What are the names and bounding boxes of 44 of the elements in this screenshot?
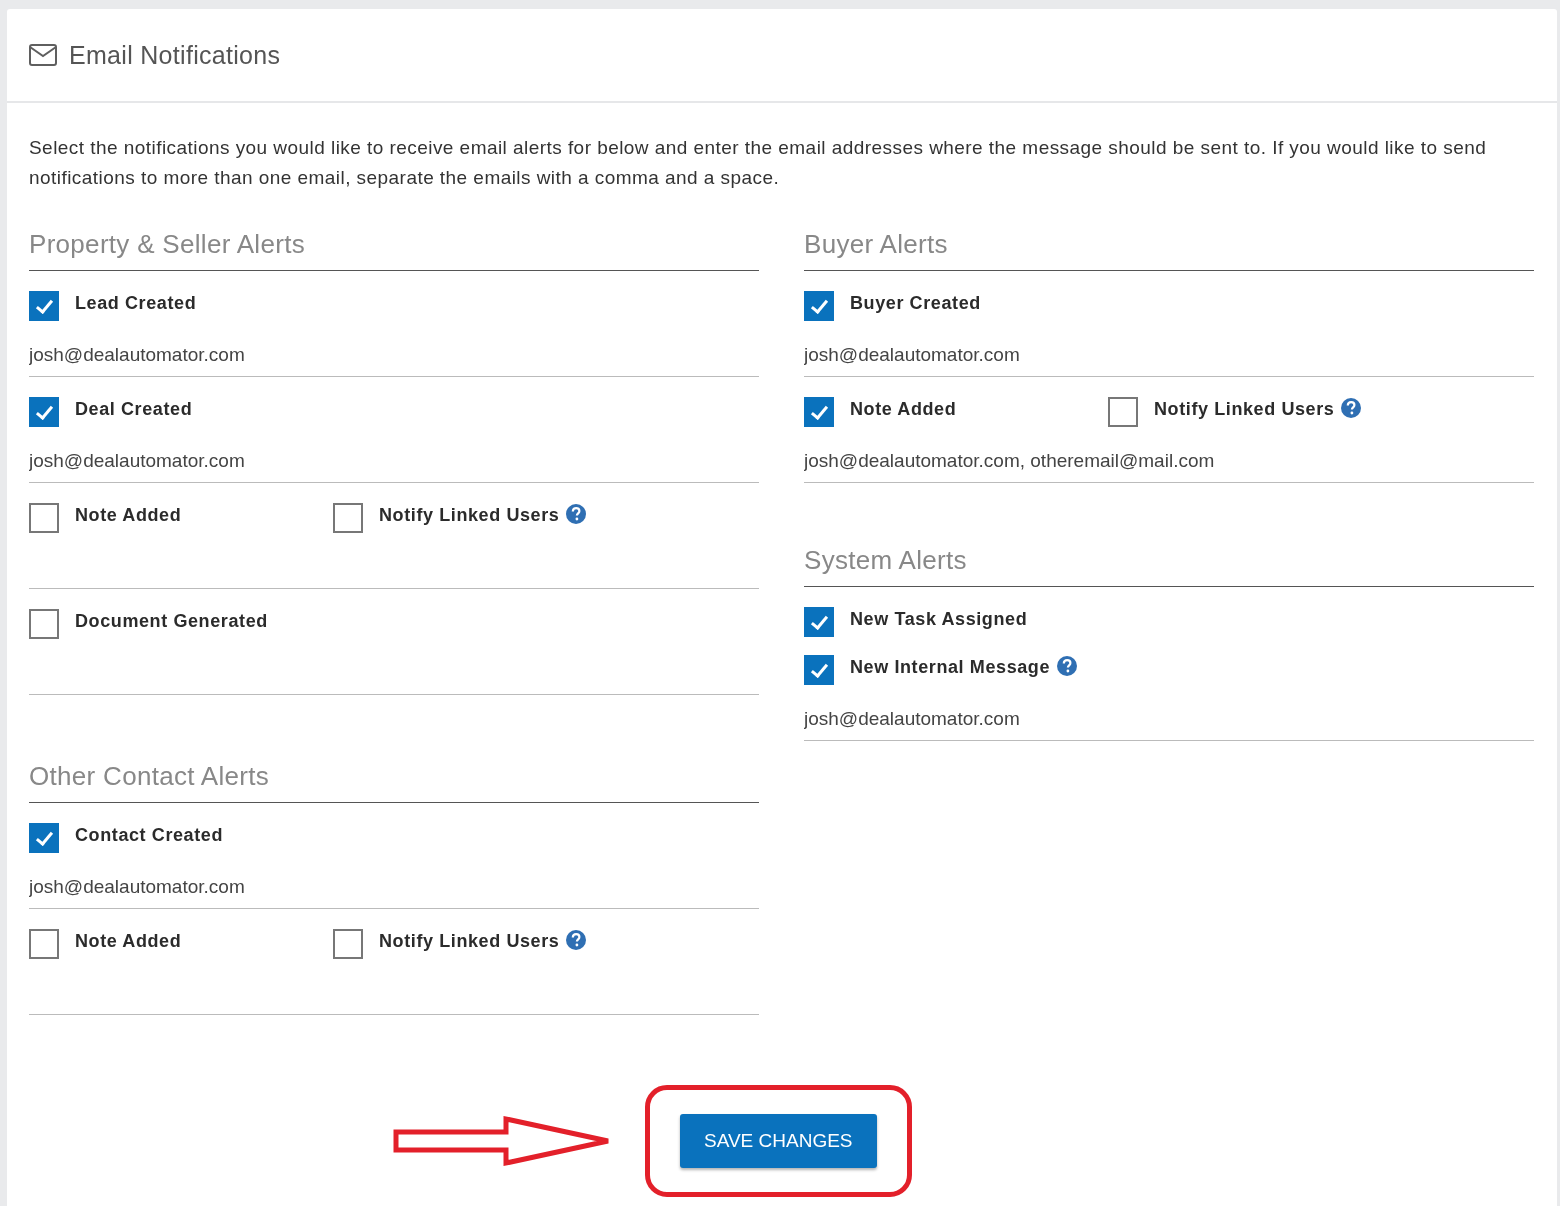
checkbox[interactable] (1108, 397, 1138, 427)
checkbox[interactable] (29, 503, 59, 533)
checkbox[interactable] (804, 291, 834, 321)
checkbox[interactable] (29, 291, 59, 321)
checkbox-label[interactable]: Buyer Created (850, 292, 981, 314)
section-heading: Other Contact Alerts (29, 761, 759, 803)
checkbox-label[interactable]: Notify Linked Users (379, 504, 560, 526)
checkbox[interactable] (804, 397, 834, 427)
checkbox-label[interactable]: Contact Created (75, 824, 224, 846)
help-icon[interactable] (1057, 656, 1078, 676)
checkbox-label[interactable]: Note Added (75, 504, 182, 526)
email-field[interactable]: josh@dealautomator.com (804, 333, 1534, 377)
checkbox[interactable] (804, 655, 834, 685)
email-field[interactable]: josh@dealautomator.com (29, 333, 759, 377)
description-text: Select the notifications you would like to receive email alerts for below and enter the email addresses where the message should be sent to. If you would like to send notifications to more than one email, separate the emails with a comma and a space. (29, 136, 1488, 190)
checkbox-label[interactable]: Note Added (850, 398, 957, 420)
checkbox-label[interactable]: Lead Created (75, 292, 197, 314)
checkbox-label[interactable]: Document Generated (75, 610, 268, 632)
section-heading: System Alerts (804, 545, 1534, 587)
section-heading: Buyer Alerts (804, 229, 1534, 271)
checkbox-label[interactable]: Notify Linked Users (1154, 398, 1335, 420)
section-heading: Property & Seller Alerts (29, 229, 759, 271)
envelope-icon (29, 44, 57, 66)
checkbox[interactable] (29, 609, 59, 639)
checkbox[interactable] (29, 823, 59, 853)
help-icon[interactable] (566, 930, 587, 950)
checkbox[interactable] (333, 929, 363, 959)
panel-title: Email Notifications (69, 40, 281, 70)
email-field[interactable]: josh@dealautomator.com (29, 439, 759, 483)
checkbox-label[interactable]: Deal Created (75, 398, 193, 420)
save-button[interactable]: SAVE CHANGES (680, 1114, 877, 1168)
checkbox-label[interactable]: Notify Linked Users (379, 930, 560, 952)
checkbox-label[interactable]: New Internal Message (850, 656, 1051, 678)
checkbox[interactable] (29, 397, 59, 427)
checkbox-label[interactable]: Note Added (75, 930, 182, 952)
email-field[interactable]: josh@dealautomator.com (29, 865, 759, 909)
checkbox[interactable] (804, 607, 834, 637)
checkbox[interactable] (333, 503, 363, 533)
email-field[interactable]: josh@dealautomator.com (804, 697, 1534, 741)
checkbox-label[interactable]: New Task Assigned (850, 608, 1028, 630)
checkbox[interactable] (29, 929, 59, 959)
help-icon[interactable] (566, 504, 587, 524)
help-icon[interactable] (1341, 398, 1362, 418)
email-field[interactable]: josh@dealautomator.com, otheremail@mail.com (804, 439, 1534, 483)
